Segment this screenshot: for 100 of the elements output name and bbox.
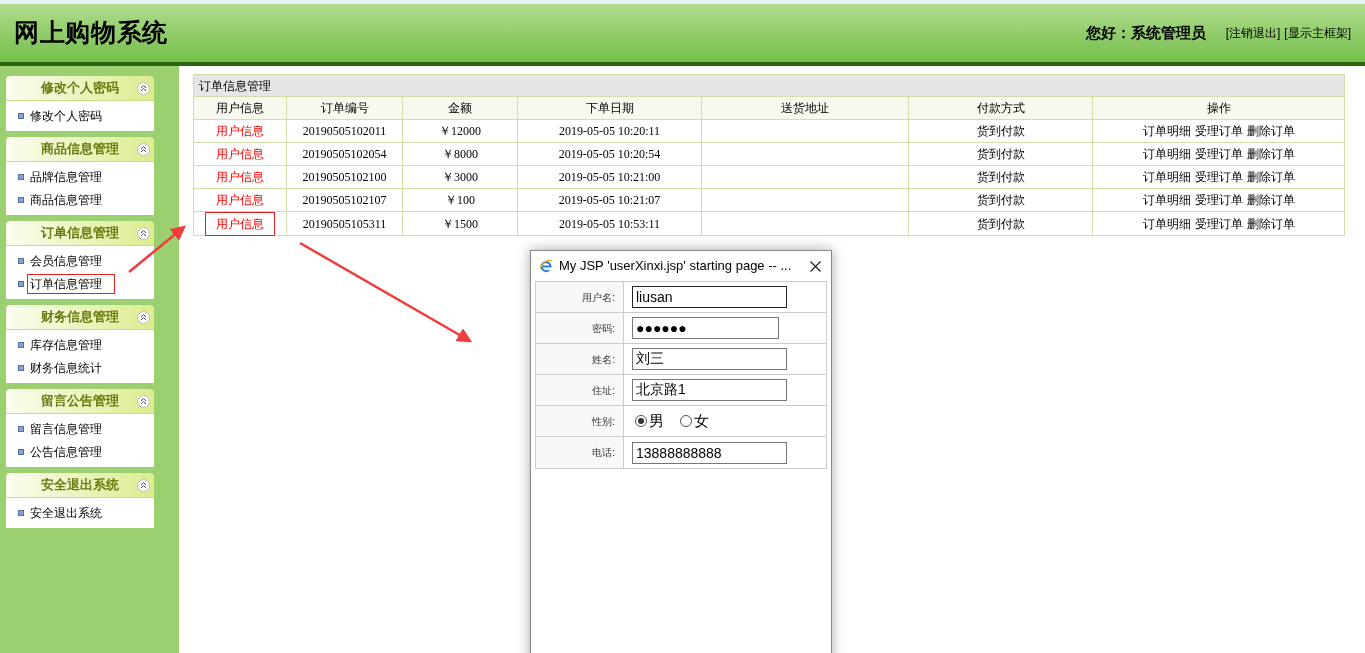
sidebar-link[interactable]: 财务信息统计	[28, 359, 114, 377]
header-link[interactable]: [注销退出]	[1225, 24, 1281, 42]
sidebar-group-header[interactable]: 商品信息管理	[6, 137, 154, 162]
action-link[interactable]: 订单明细	[1142, 145, 1191, 163]
collapse-icon[interactable]	[137, 226, 150, 240]
sidebar-group-header[interactable]: 安全退出系统	[6, 473, 154, 498]
input-field[interactable]: 北京路1	[632, 379, 787, 401]
table-cell: ￥1500	[403, 212, 518, 235]
bullet-icon	[18, 113, 24, 119]
gender-radio[interactable]: 男	[635, 409, 664, 433]
action-link[interactable]: 订单明细	[1142, 214, 1191, 233]
table-cell: 2019-05-05 10:53:11	[518, 212, 702, 235]
action-link[interactable]: 删除订单	[1246, 214, 1295, 233]
bullet-icon	[18, 174, 24, 180]
collapse-icon[interactable]	[137, 142, 150, 156]
table-title: 订单信息管理	[194, 75, 1344, 97]
column-header: 付款方式	[909, 97, 1093, 119]
bullet-icon	[18, 281, 24, 287]
action-link[interactable]: 受理订单	[1194, 214, 1243, 233]
user-info-link[interactable]: 用户信息	[206, 189, 274, 211]
table-cell: 货到付款	[909, 166, 1093, 188]
sidebar-group-header[interactable]: 留言公告管理	[6, 389, 154, 414]
greeting-text: 您好：系统管理员	[1085, 22, 1206, 43]
sidebar-link[interactable]: 安全退出系统	[28, 504, 114, 522]
table-cell: 20190505102011	[287, 120, 403, 142]
bullet-icon	[18, 197, 24, 203]
field-label: 住址:	[592, 383, 615, 398]
window-title: My JSP 'userXinxi.jsp' starting page -- ...	[559, 257, 792, 276]
sidebar-group-header[interactable]: 修改个人密码	[6, 76, 154, 101]
bullet-icon	[18, 258, 24, 264]
collapse-icon[interactable]	[137, 81, 150, 95]
sidebar-link[interactable]: 会员信息管理	[28, 252, 114, 270]
bullet-icon	[18, 342, 24, 348]
bullet-icon	[18, 510, 24, 516]
column-header: 金额	[403, 97, 518, 119]
action-link[interactable]: 删除订单	[1246, 145, 1295, 163]
sidebar-link[interactable]: 公告信息管理	[28, 443, 114, 461]
collapse-icon[interactable]	[137, 478, 150, 492]
collapse-icon[interactable]	[137, 394, 150, 408]
field-label: 性别:	[592, 414, 615, 429]
action-link[interactable]: 受理订单	[1194, 122, 1243, 140]
input-field[interactable]: 13888888888	[632, 441, 787, 464]
field-label: 姓名:	[592, 352, 615, 367]
gender-radio[interactable]: 女	[680, 409, 709, 433]
table-cell: 20190505102054	[287, 143, 403, 165]
close-button[interactable]	[807, 258, 823, 274]
bullet-icon	[18, 365, 24, 371]
sidebar-link[interactable]: 品牌信息管理	[28, 168, 114, 186]
table-cell: 2019-05-05 10:21:00	[518, 166, 702, 188]
action-link[interactable]: 订单明细	[1142, 168, 1191, 186]
action-link[interactable]: 删除订单	[1246, 168, 1295, 186]
table-cell: ￥8000	[403, 143, 518, 165]
column-header: 用户信息	[194, 97, 287, 119]
column-header: 下单日期	[518, 97, 702, 119]
bullet-icon	[18, 426, 24, 432]
table-cell: 20190505102100	[287, 166, 403, 188]
input-field[interactable]: 刘三	[632, 348, 787, 370]
table-cell: 20190505105311	[287, 212, 403, 235]
sidebar-link[interactable]: 库存信息管理	[28, 336, 114, 354]
field-label: 用户名:	[582, 290, 615, 305]
user-info-link[interactable]: 用户信息	[206, 212, 274, 235]
user-info-link[interactable]: 用户信息	[206, 120, 274, 142]
action-link[interactable]: 删除订单	[1246, 191, 1295, 209]
user-info-link[interactable]: 用户信息	[206, 143, 274, 165]
table-cell: 20190505102107	[287, 189, 403, 211]
action-link[interactable]: 受理订单	[1194, 191, 1243, 209]
table-cell: 货到付款	[909, 212, 1093, 235]
table-cell: 2019-05-05 10:20:11	[518, 120, 702, 142]
field-label: 电话:	[592, 446, 615, 460]
input-field[interactable]: ●●●●●●	[632, 317, 779, 339]
action-link[interactable]: 受理订单	[1194, 145, 1243, 163]
table-cell: ￥12000	[403, 120, 518, 142]
sidebar-group-header[interactable]: 财务信息管理	[6, 305, 154, 330]
column-header: 送货地址	[702, 97, 909, 119]
column-header: 操作	[1205, 100, 1232, 117]
collapse-icon[interactable]	[137, 310, 150, 324]
user-info-link[interactable]: 用户信息	[206, 166, 274, 188]
sidebar-link[interactable]: 商品信息管理	[28, 191, 114, 209]
field-label: 密码:	[592, 321, 615, 336]
sidebar-link[interactable]: 修改个人密码	[28, 107, 114, 125]
header-link[interactable]: [显示主框架]	[1284, 24, 1351, 42]
table-cell: 2019-05-05 10:21:07	[518, 189, 702, 211]
action-link[interactable]: 删除订单	[1246, 122, 1295, 140]
action-link[interactable]: 受理订单	[1194, 168, 1243, 186]
action-link[interactable]: 订单明细	[1142, 191, 1191, 209]
sidebar-group-header[interactable]: 订单信息管理	[6, 221, 154, 246]
table-cell: ￥3000	[403, 166, 518, 188]
table-cell: ￥100	[403, 189, 518, 211]
bullet-icon	[18, 449, 24, 455]
sidebar-link[interactable]: 订单信息管理	[28, 275, 114, 293]
table-cell: 2019-05-05 10:20:54	[518, 143, 702, 165]
app-title: 网上购物系统	[14, 17, 168, 50]
action-link[interactable]: 订单明细	[1142, 122, 1191, 140]
table-cell: 货到付款	[909, 143, 1093, 165]
close-icon	[809, 260, 821, 272]
sidebar-link[interactable]: 留言信息管理	[28, 420, 114, 438]
browser-icon	[539, 259, 553, 273]
column-header: 订单编号	[287, 97, 403, 119]
input-field[interactable]: liusan	[632, 286, 787, 308]
table-cell: 货到付款	[909, 189, 1093, 211]
